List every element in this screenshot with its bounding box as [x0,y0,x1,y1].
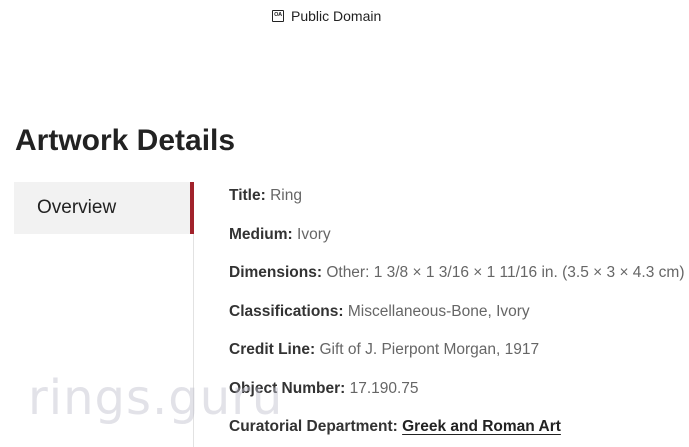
details-tabs: Overview [14,182,194,234]
artwork-details-page: OA Public Domain Artwork Details Overvie… [0,0,689,447]
details-list: Title: Ring Medium: Ivory Dimensions: Ot… [229,185,685,447]
open-access-icon: OA [272,10,284,22]
tabs-divider [193,234,194,447]
detail-label: Medium: [229,225,293,243]
license-badge[interactable]: OA Public Domain [272,8,381,24]
detail-value: Other: 1 3/8 × 1 3/16 × 1 11/16 in. (3.5… [326,264,685,281]
detail-label: Object Number: [229,379,346,397]
tab-overview[interactable]: Overview [14,182,194,234]
detail-label: Curatorial Department: [229,418,398,435]
license-label: Public Domain [291,8,382,24]
detail-label: Dimensions: [229,264,323,281]
detail-label: Credit Line: [229,341,316,358]
detail-row-credit-line: Credit Line: Gift of J. Pierpont Morgan,… [229,339,685,378]
curatorial-department-link[interactable]: Greek and Roman Art [402,418,561,435]
detail-row-medium: Medium: Ivory [229,224,685,263]
detail-row-object-number: Object Number: 17.190.75 [229,378,685,417]
detail-row-dimensions: Dimensions: Other: 1 3/8 × 1 3/16 × 1 11… [229,262,685,301]
detail-value: Ring [270,187,302,204]
tab-overview-label: Overview [37,197,117,218]
detail-row-title: Title: Ring [229,185,685,224]
detail-row-classifications: Classifications: Miscellaneous-Bone, Ivo… [229,301,685,340]
detail-value: Miscellaneous-Bone, Ivory [347,302,530,320]
detail-value: Ivory [297,225,331,243]
detail-value: 17.190.75 [349,379,419,397]
detail-label: Classifications: [229,302,344,320]
detail-value: Gift of J. Pierpont Morgan, 1917 [319,341,540,358]
detail-row-curatorial-department: Curatorial Department: Greek and Roman A… [229,416,685,447]
detail-label: Title: [229,187,266,204]
section-title: Artwork Details [15,124,236,157]
